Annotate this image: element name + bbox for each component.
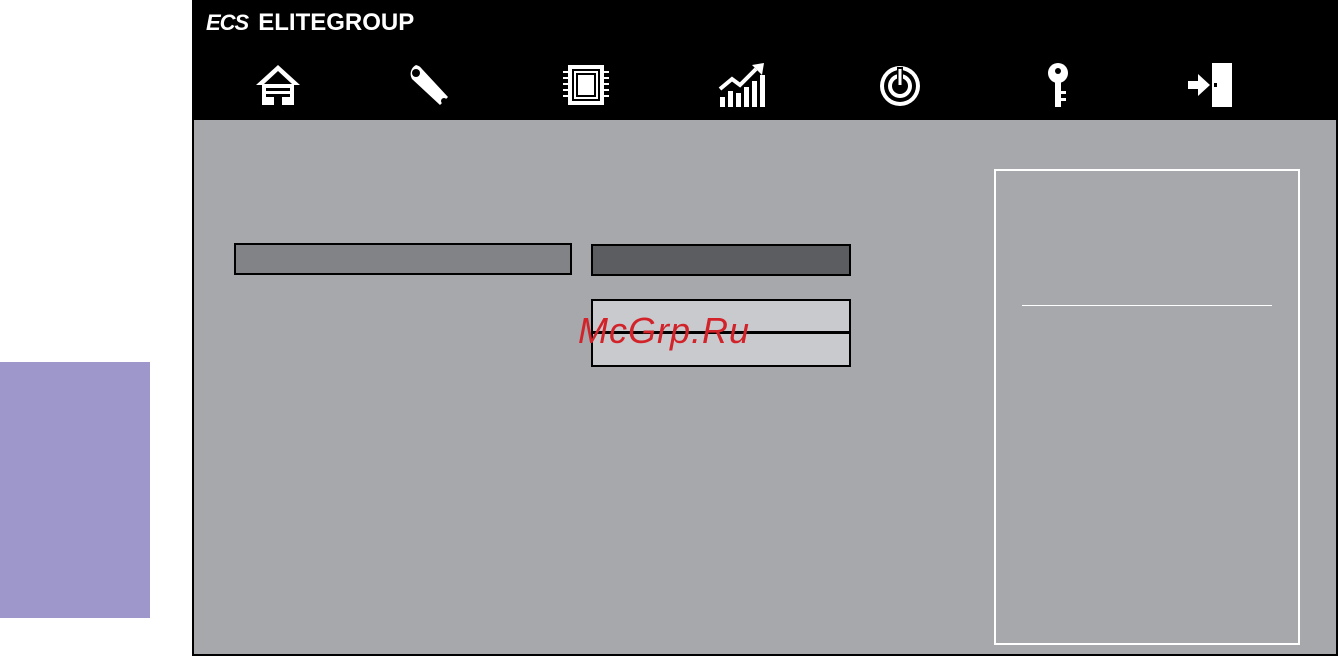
wrench-icon [410, 65, 448, 105]
key-icon [1048, 63, 1068, 107]
main-navigation [192, 54, 1338, 114]
home-icon [256, 65, 300, 105]
power-icon [880, 66, 920, 106]
nav-chipset[interactable] [558, 60, 614, 110]
performance-chart-icon [718, 63, 765, 107]
nav-advanced[interactable] [402, 60, 458, 110]
nav-security[interactable] [1030, 60, 1086, 110]
settings-panel: McGrp.Ru [192, 120, 1338, 656]
chip-icon [563, 65, 609, 105]
brand-name: ELITEGROUP [258, 9, 415, 36]
nav-boot[interactable] [872, 60, 928, 110]
exit-door-icon [1188, 63, 1232, 107]
watermark-text: McGrp.Ru [578, 310, 751, 351]
nav-mib[interactable] [714, 60, 770, 110]
setting-label-box [234, 243, 572, 275]
chapter-side-tab [0, 362, 150, 618]
nav-exit[interactable] [1182, 60, 1238, 110]
ecs-logo-mark: ECS [206, 10, 249, 35]
top-bar: ECS ELITEGROUP [192, 0, 1338, 120]
bios-screen: ECS ELITEGROUP McGrp.Ru [192, 0, 1338, 656]
help-panel [994, 169, 1300, 645]
setting-value-box[interactable] [591, 244, 851, 276]
nav-main[interactable] [250, 60, 306, 110]
help-divider [1022, 305, 1272, 306]
brand-logo: ECS ELITEGROUP [206, 6, 414, 40]
